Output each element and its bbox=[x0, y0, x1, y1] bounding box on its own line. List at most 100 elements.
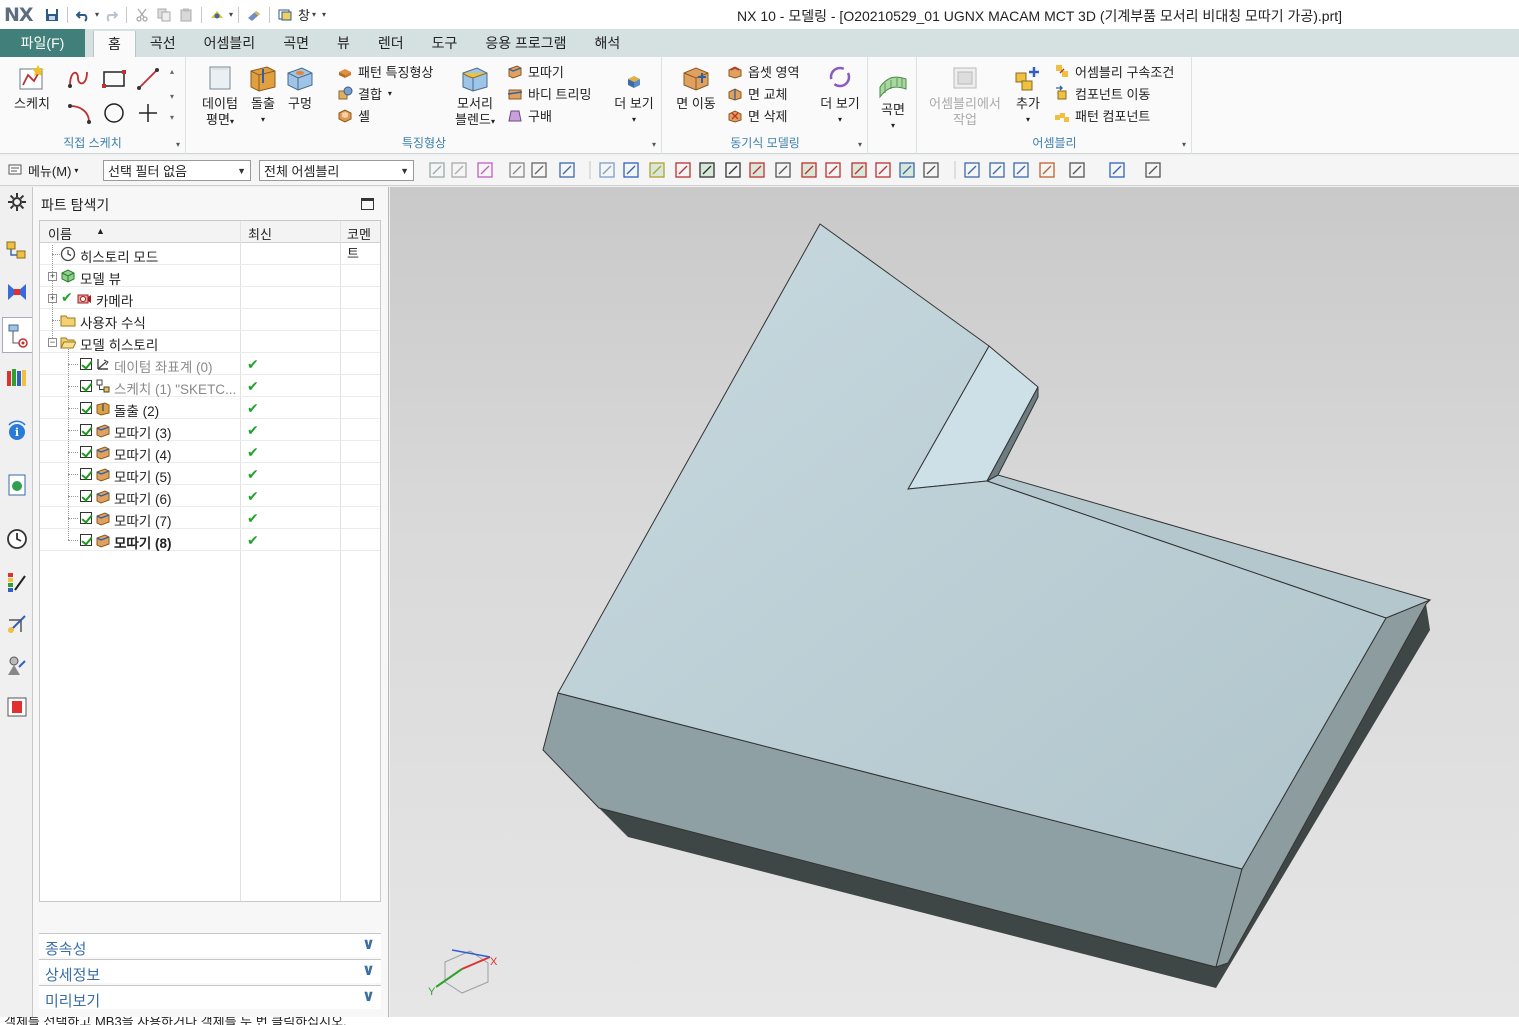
grid-snap-icon[interactable] bbox=[649, 162, 665, 178]
tab-surface[interactable]: 곡면 bbox=[269, 29, 323, 57]
line-tool-icon[interactable] bbox=[132, 63, 162, 93]
visualization-palette-icon[interactable] bbox=[5, 570, 29, 594]
face-snap-icon[interactable] bbox=[899, 162, 915, 178]
tab-assembly[interactable]: 어셈블리 bbox=[190, 29, 270, 57]
preview-panel[interactable]: 미리보기 ∨ bbox=[39, 985, 381, 1010]
selection-filter-dropdown[interactable]: 선택 필터 없음 ▼ bbox=[103, 160, 251, 181]
visibility-checkbox[interactable] bbox=[80, 512, 92, 524]
tab-curve[interactable]: 곡선 bbox=[136, 29, 190, 57]
group-options-icon[interactable]: ▾ bbox=[652, 140, 656, 149]
move-face-button[interactable]: 면 이동 bbox=[671, 63, 721, 112]
part-navigator-tab[interactable] bbox=[2, 317, 32, 353]
select-solid-icon[interactable] bbox=[623, 162, 639, 178]
group-options-icon[interactable]: ▾ bbox=[176, 140, 180, 149]
datum-plane-button[interactable]: 데이텀 평면▾ bbox=[197, 63, 243, 130]
rectangle-select-icon[interactable] bbox=[559, 162, 575, 178]
gallery-down-icon[interactable]: ▾ bbox=[170, 92, 174, 101]
line-snap-icon[interactable] bbox=[675, 162, 691, 178]
select-body-icon[interactable] bbox=[599, 162, 615, 178]
tree-node-model-views[interactable]: + 모델 뷰 bbox=[40, 265, 380, 287]
visibility-checkbox[interactable] bbox=[80, 468, 92, 480]
tree-node-chamfer[interactable]: 모따기 (7) ✔ bbox=[40, 507, 380, 529]
tree-node-model-history[interactable]: − 모델 히스토리 bbox=[40, 331, 380, 353]
redo-icon[interactable] bbox=[101, 5, 121, 25]
customize-dropdown-icon[interactable]: ▾ bbox=[322, 10, 326, 19]
constraint-navigator-icon[interactable] bbox=[5, 280, 29, 304]
expand-plus-icon[interactable]: + bbox=[48, 294, 57, 303]
tab-tools[interactable]: 도구 bbox=[418, 29, 472, 57]
arc-tool-icon[interactable] bbox=[64, 97, 94, 127]
pattern-component-button[interactable]: 패턴 컴포넌트 bbox=[1054, 105, 1150, 125]
surface-button[interactable]: 곡면 ▾ bbox=[875, 69, 911, 134]
tangent-snap-icon[interactable] bbox=[749, 162, 765, 178]
undo-icon[interactable] bbox=[73, 5, 93, 25]
window-dropdown-icon[interactable]: ▾ bbox=[312, 10, 316, 19]
trim-body-button[interactable]: 바디 트리밍 bbox=[507, 83, 591, 103]
add-component-dropdown-icon[interactable]: ▾ bbox=[1026, 112, 1030, 128]
assembly-constraints-button[interactable]: 어셈블리 구속조건 bbox=[1054, 61, 1174, 81]
gallery-up-icon[interactable]: ▴ bbox=[170, 67, 174, 76]
tree-node-datum-csys[interactable]: 데이텀 좌표계 (0) ✔ bbox=[40, 353, 380, 375]
maximize-icon[interactable] bbox=[361, 198, 374, 210]
extrude-button[interactable]: 돌출 ▾ bbox=[245, 63, 281, 128]
visibility-checkbox[interactable] bbox=[80, 358, 92, 370]
tree-node-chamfer[interactable]: 모따기 (8) ✔ bbox=[40, 529, 380, 551]
paste-icon[interactable] bbox=[176, 5, 196, 25]
snap-point-icon[interactable] bbox=[477, 162, 493, 178]
more-sync-dropdown-icon[interactable]: ▾ bbox=[838, 112, 842, 128]
zoom-icon[interactable] bbox=[989, 162, 1005, 178]
point-snap-icon[interactable] bbox=[851, 162, 867, 178]
deselect-icon[interactable] bbox=[451, 162, 467, 178]
curve-snap-icon[interactable] bbox=[699, 162, 715, 178]
gallery-more-icon[interactable]: ▾ bbox=[170, 113, 174, 122]
group-options-icon[interactable]: ▾ bbox=[1182, 140, 1186, 149]
touch-mode-icon[interactable] bbox=[244, 5, 264, 25]
assembly-navigator-icon[interactable] bbox=[5, 239, 29, 263]
tree-node-chamfer[interactable]: 모따기 (4) ✔ bbox=[40, 441, 380, 463]
draft-button[interactable]: 구배 bbox=[507, 105, 552, 125]
visibility-checkbox[interactable] bbox=[80, 380, 92, 392]
tab-view[interactable]: 뷰 bbox=[323, 29, 364, 57]
column-name[interactable]: 이름 bbox=[48, 224, 72, 243]
collapse-minus-icon[interactable]: − bbox=[48, 338, 57, 347]
replace-face-button[interactable]: 면 교체 bbox=[727, 83, 788, 103]
expand-plus-icon[interactable]: + bbox=[48, 272, 57, 281]
more-sync-button[interactable]: 더 보기 ▾ bbox=[817, 63, 863, 128]
tree-node-cameras[interactable]: + ✔ 카메라 bbox=[40, 287, 380, 309]
settings-gear-icon[interactable] bbox=[6, 191, 28, 213]
graphics-window[interactable]: X Y bbox=[390, 187, 1519, 1017]
dependencies-panel[interactable]: 종속성 ∨ bbox=[39, 933, 381, 958]
tab-application[interactable]: 응용 프로그램 bbox=[471, 29, 580, 57]
visibility-checkbox[interactable] bbox=[80, 424, 92, 436]
delete-face-button[interactable]: 면 삭제 bbox=[727, 105, 788, 125]
quadrant-snap-icon[interactable] bbox=[825, 162, 841, 178]
move-component-button[interactable]: 컴포넌트 이동 bbox=[1054, 83, 1150, 103]
web-browser-icon[interactable] bbox=[5, 473, 29, 497]
menu-button[interactable]: 메뉴(M) ▾ bbox=[8, 161, 78, 180]
tab-home[interactable]: 홈 bbox=[93, 31, 136, 57]
pattern-feature-button[interactable]: 패턴 특징형상 bbox=[337, 61, 433, 81]
shell-button[interactable]: 셸 bbox=[337, 105, 370, 125]
fit-view-icon[interactable] bbox=[964, 162, 980, 178]
sketch-button[interactable]: 스케치 bbox=[10, 63, 54, 112]
tab-file[interactable]: 파일(F) bbox=[0, 29, 85, 57]
palette-icon[interactable] bbox=[5, 695, 29, 719]
visibility-checkbox[interactable] bbox=[80, 446, 92, 458]
group-options-icon[interactable]: ▾ bbox=[858, 140, 862, 149]
selection-scope-dropdown[interactable]: 전체 어셈블리 ▼ bbox=[259, 160, 414, 181]
rotate-icon[interactable] bbox=[1013, 162, 1029, 178]
history-icon[interactable] bbox=[5, 527, 29, 551]
center-snap-icon[interactable] bbox=[801, 162, 817, 178]
tree-node-user-expressions[interactable]: 사용자 수식 bbox=[40, 309, 380, 331]
info-window-icon[interactable]: i bbox=[5, 419, 29, 443]
window-icon[interactable] bbox=[275, 5, 295, 25]
visibility-checkbox[interactable] bbox=[80, 534, 92, 546]
cut-icon[interactable] bbox=[132, 5, 152, 25]
select-all-icon[interactable] bbox=[429, 162, 445, 178]
tree-node-extrude[interactable]: 돌출 (2) ✔ bbox=[40, 397, 380, 419]
tree-node-chamfer[interactable]: 모따기 (5) ✔ bbox=[40, 463, 380, 485]
tab-render[interactable]: 렌더 bbox=[364, 29, 418, 57]
repeat-command-icon[interactable] bbox=[207, 5, 227, 25]
more-feature-button[interactable]: 더 보기 ▾ bbox=[611, 63, 657, 128]
perpendicular-snap-icon[interactable] bbox=[775, 162, 791, 178]
